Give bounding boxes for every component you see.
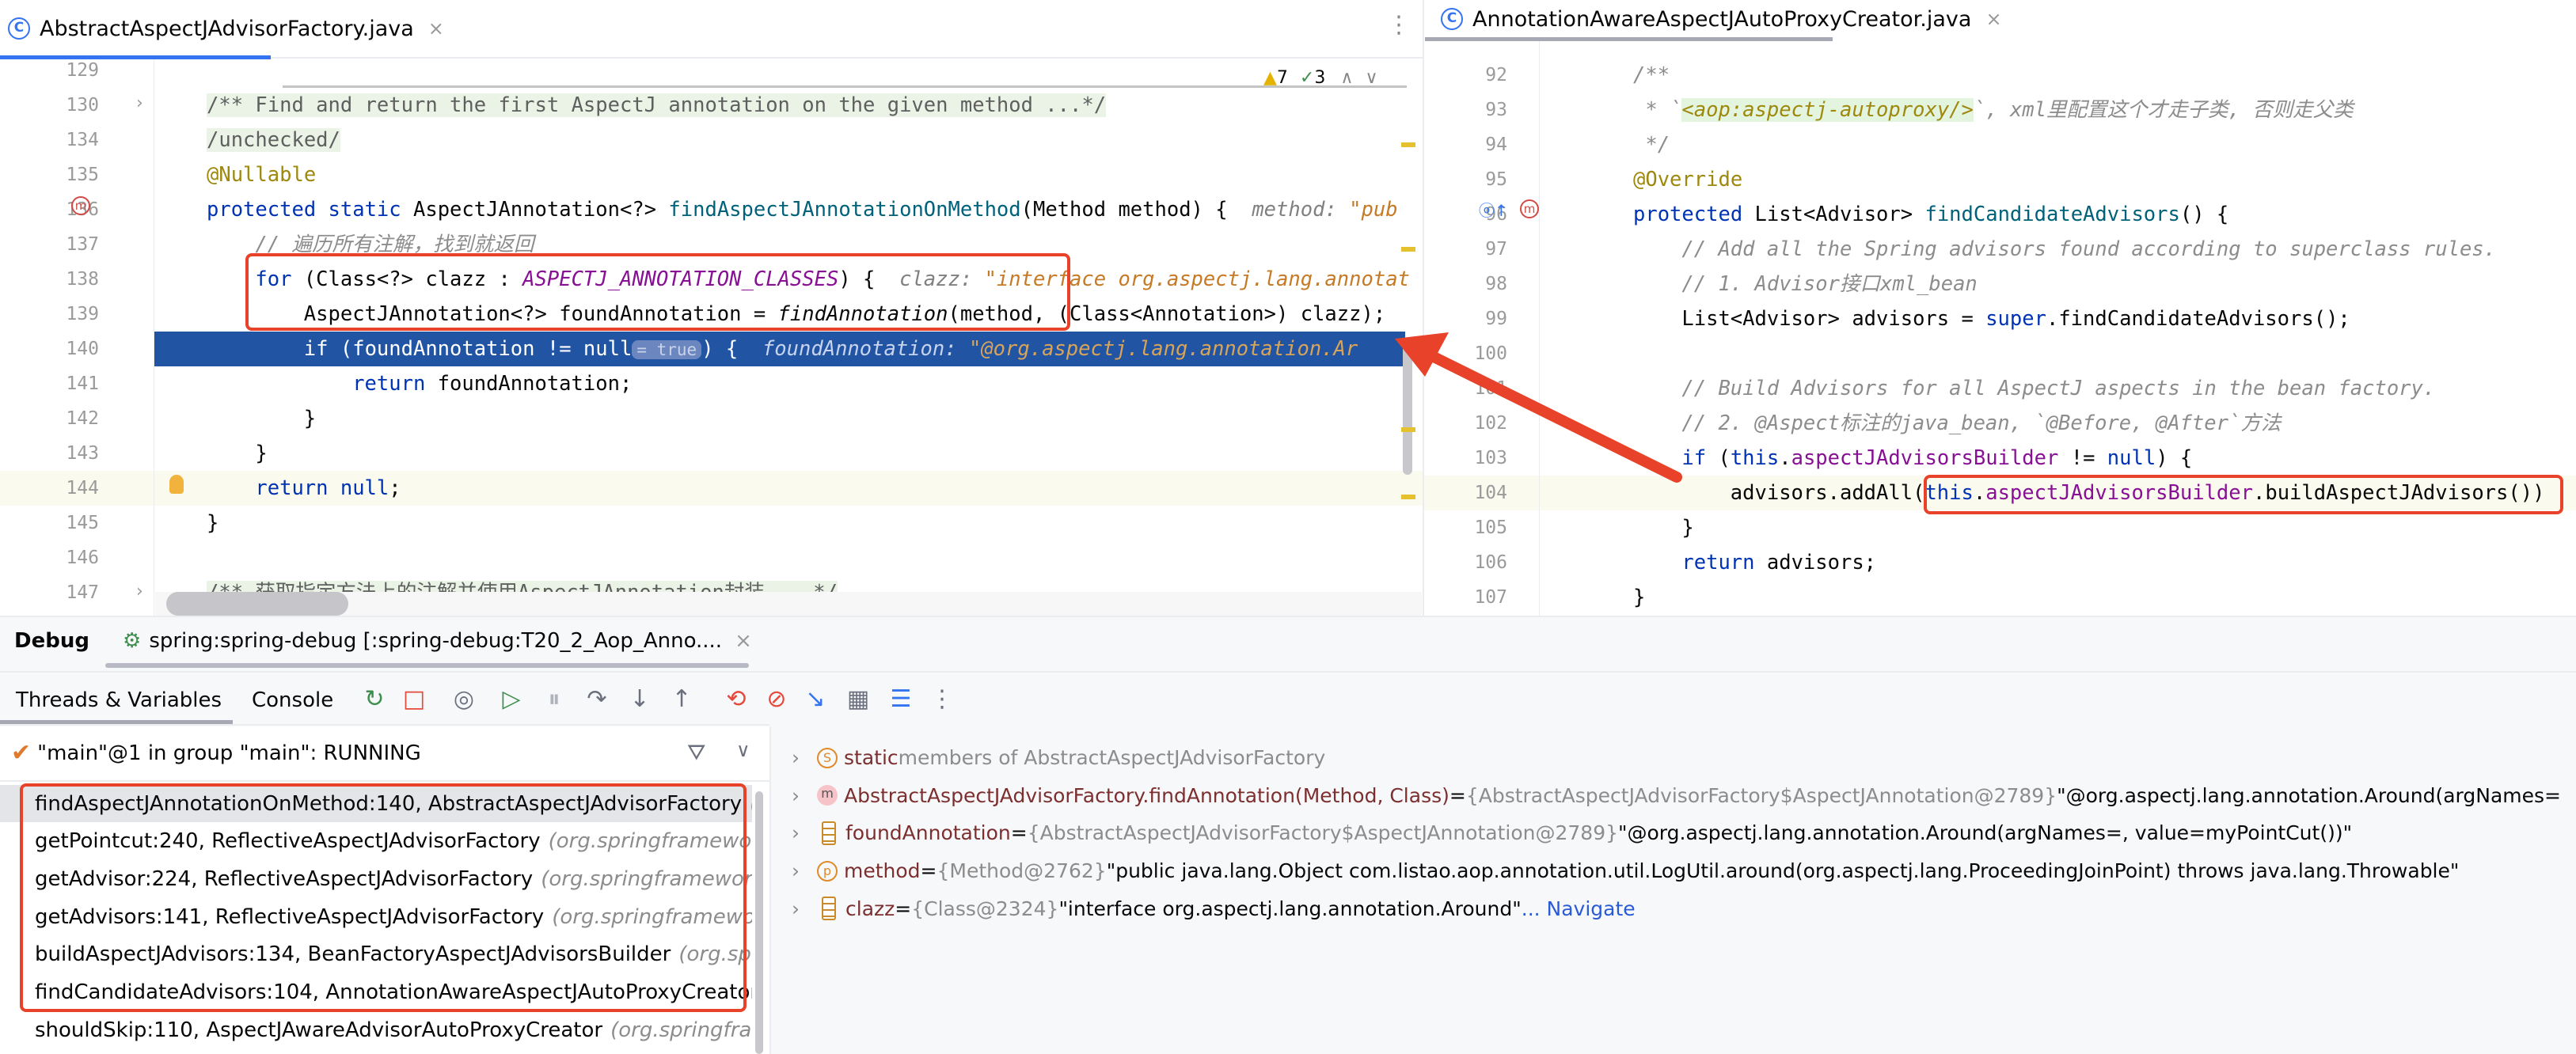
debug-session-label: spring:spring-debug [:spring-debug:T20_2… xyxy=(149,629,723,653)
expand-arrow-icon[interactable]: › xyxy=(792,746,800,769)
variable-node[interactable]: › m AbstractAspectJAdvisorFactory.findAnno… xyxy=(792,777,2561,814)
variable-value: "@org.aspectj.lang.annotation.Around(arg… xyxy=(1618,821,2353,845)
stop-icon[interactable]: □ xyxy=(400,685,428,713)
variable-name: AbstractAspectJAdvisorFactory.findAnnota… xyxy=(844,783,1449,807)
variable-separator: = xyxy=(1010,821,1028,845)
variable-value: "@org.aspectj.lang.annotation.Around(arg… xyxy=(2057,783,2561,807)
variable-name: clazz xyxy=(845,897,895,920)
close-session-icon[interactable]: × xyxy=(735,629,752,653)
frame-method: shouldSkip:110, AspectJAwareAdvisorAutoP… xyxy=(35,1018,603,1042)
pause-icon[interactable]: ⏸ xyxy=(540,685,568,713)
variable-type: {AbstractAspectJAdvisorFactory$AspectJAn… xyxy=(1027,821,1619,845)
variable-separator: = xyxy=(920,859,937,883)
debug-header-divider xyxy=(0,671,2576,673)
variable-node[interactable]: › p method = {Method@2762} "public java.la… xyxy=(792,852,2459,889)
variable-separator: members of AbstractAspectJAdvisorFactory xyxy=(898,746,1326,769)
variable-type: {AbstractAspectJAdvisorFactory$AspectJAn… xyxy=(1465,783,2057,807)
view-breakpoints-icon[interactable]: ◎ xyxy=(450,685,478,713)
layout-icon[interactable]: ☰ xyxy=(887,685,915,713)
panel-splitter[interactable] xyxy=(769,726,771,1054)
tab-threads-variables[interactable]: Threads & Variables xyxy=(16,688,222,712)
frame-package: (o xyxy=(750,792,752,816)
mute-breakpoints-icon[interactable]: ⊘ xyxy=(762,685,791,713)
run-to-cursor-icon[interactable]: ↘ xyxy=(801,685,830,713)
variable-separator: = xyxy=(1449,783,1466,807)
variable-value: "public java.lang.Object com.listao.aop.… xyxy=(1106,859,2460,883)
highlight-box-call-stack xyxy=(20,783,747,1012)
more-icon[interactable]: ⋮ xyxy=(928,685,956,713)
divider xyxy=(0,724,769,726)
variable-name: foundAnnotation xyxy=(845,821,1011,845)
debug-title: Debug xyxy=(14,629,89,653)
reset-frame-icon[interactable]: ⟲ xyxy=(722,685,750,713)
static-icon: S xyxy=(817,747,838,768)
stack-frame[interactable]: shouldSkip:110, AspectJAwareAdvisorAutoP… xyxy=(0,1011,752,1048)
parameter-icon: p xyxy=(817,860,838,881)
evaluate-icon[interactable]: ▦ xyxy=(844,685,872,713)
variable-type: {Method@2762} xyxy=(937,859,1107,883)
thread-label: "main"@1 in group "main": RUNNING xyxy=(37,741,421,765)
navigate-link[interactable]: ... Navigate xyxy=(1522,897,1636,920)
variable-name: static xyxy=(844,746,899,769)
session-tab-indicator xyxy=(105,663,749,668)
variable-node[interactable]: › clazz = {Class@2324} "interface org.asp… xyxy=(792,890,1636,927)
variable-name: method xyxy=(844,859,921,883)
thread-selector[interactable]: ✔ "main"@1 in group "main": RUNNING xyxy=(11,739,421,767)
variable-type: {Class@2324} xyxy=(911,897,1059,920)
field-icon xyxy=(822,897,836,921)
filter-icon[interactable]: ⛛ xyxy=(687,739,706,766)
step-into-icon[interactable]: ↓ xyxy=(625,685,654,713)
frames-scrollbar[interactable] xyxy=(755,791,763,1054)
step-out-icon[interactable]: ↑ xyxy=(667,685,696,713)
step-over-icon[interactable]: ↷ xyxy=(583,685,611,713)
rerun-icon[interactable]: ↻ xyxy=(360,685,389,713)
variable-node[interactable]: › foundAnnotation = {AbstractAspectJAdvis… xyxy=(792,814,2352,851)
frame-package: (org.springframe xyxy=(610,1018,752,1042)
debug-session-icon: ⚙ xyxy=(123,629,142,653)
thread-dropdown-icon[interactable]: ∨ xyxy=(736,739,750,761)
variable-value: "interface org.aspectj.lang.annotation.A… xyxy=(1058,897,1522,920)
expand-arrow-icon[interactable]: › xyxy=(792,859,800,882)
variable-node[interactable]: › Sstatic members of AbstractAspectJAdvis… xyxy=(792,739,1325,776)
resume-icon[interactable]: ▷ xyxy=(497,685,526,713)
arrow-shaft xyxy=(1423,349,1682,483)
expand-arrow-icon[interactable]: › xyxy=(792,897,800,920)
expand-arrow-icon[interactable]: › xyxy=(792,784,800,807)
method-return-icon: m xyxy=(817,785,838,806)
debug-session-tab[interactable]: ⚙ spring:spring-debug [:spring-debug:T20… xyxy=(123,629,752,653)
tab-console[interactable]: Console xyxy=(252,688,333,712)
variable-separator: = xyxy=(895,897,912,920)
divider xyxy=(0,780,769,782)
field-icon xyxy=(822,821,836,845)
expand-arrow-icon[interactable]: › xyxy=(792,821,800,844)
thread-check-icon: ✔ xyxy=(11,739,32,767)
